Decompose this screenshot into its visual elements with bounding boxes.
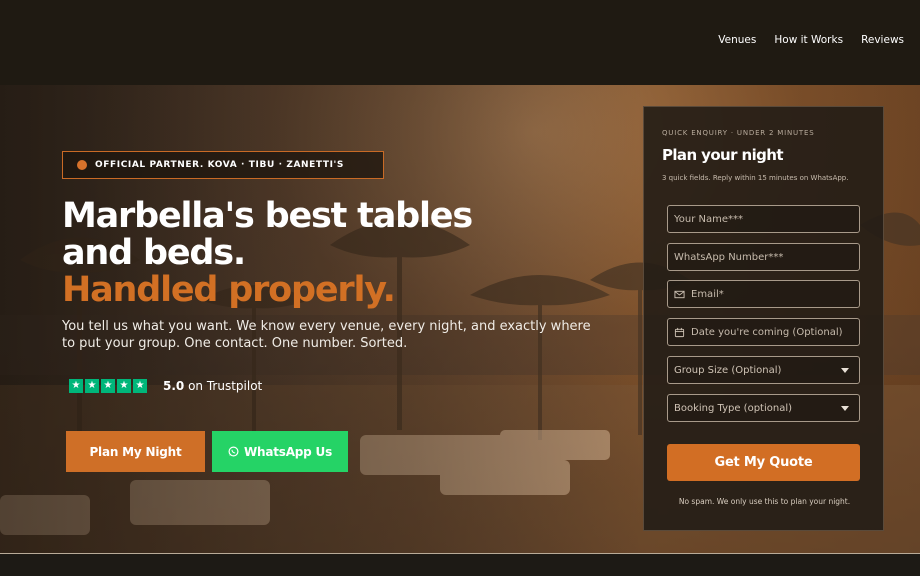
group-size-select[interactable]: Group Size (Optional) <box>667 356 860 384</box>
headline-line-2: and beds. <box>62 233 246 273</box>
mail-icon <box>674 290 685 298</box>
form-fine-print: No spam. We only use this to plan your n… <box>678 497 851 506</box>
star-icon: ★ <box>117 379 131 393</box>
partner-badge: OFFICIAL PARTNER. KOVA · TIBU · ZANETTI'… <box>62 151 384 179</box>
trustpilot-rating: ★ ★ ★ ★ ★ 5.0 on Trustpilot <box>69 379 262 393</box>
star-icon: ★ <box>85 379 99 393</box>
date-input[interactable] <box>691 326 859 338</box>
star-icon: ★ <box>69 379 83 393</box>
get-my-quote-button[interactable]: Get My Quote <box>667 444 860 481</box>
whatsapp-us-button[interactable]: WhatsApp Us <box>212 431 348 472</box>
plan-button-label: Plan My Night <box>89 444 182 459</box>
email-field[interactable] <box>667 280 860 308</box>
group-size-value: Group Size (Optional) <box>674 364 782 376</box>
chevron-down-icon <box>841 406 849 411</box>
whatsapp-number-input[interactable] <box>674 251 859 263</box>
booking-type-value: Booking Type (optional) <box>674 402 793 414</box>
star-icon: ★ <box>133 379 147 393</box>
whatsapp-field[interactable] <box>667 243 860 271</box>
plan-my-night-button[interactable]: Plan My Night <box>66 431 205 472</box>
headline-line-3: Handled properly. <box>62 270 396 310</box>
form-kicker: QUICK ENQUIRY · UNDER 2 MINUTES <box>662 129 815 137</box>
nav-venues[interactable]: Venues <box>718 34 756 46</box>
badge-dot-icon <box>77 160 87 170</box>
email-input[interactable] <box>691 288 859 300</box>
form-title: Plan your night <box>662 146 784 164</box>
top-navbar: Venues How it Works Reviews <box>0 0 920 85</box>
date-field[interactable] <box>667 318 860 346</box>
star-icon: ★ <box>101 379 115 393</box>
quick-enquiry-form: QUICK ENQUIRY · UNDER 2 MINUTES Plan you… <box>643 106 884 531</box>
rating-stars: ★ ★ ★ ★ ★ <box>69 379 147 393</box>
chevron-down-icon <box>841 368 849 373</box>
nav-reviews[interactable]: Reviews <box>861 34 904 46</box>
nav-how-it-works[interactable]: How it Works <box>774 34 843 46</box>
name-field[interactable] <box>667 205 860 233</box>
main-nav: Venues How it Works Reviews <box>718 34 904 46</box>
calendar-icon <box>674 327 685 337</box>
bottom-strip <box>0 553 920 576</box>
name-input[interactable] <box>674 213 859 225</box>
headline-line-1: Marbella's best tables <box>62 196 473 236</box>
booking-type-select[interactable]: Booking Type (optional) <box>667 394 860 422</box>
rating-source: on Trustpilot <box>188 379 263 393</box>
hero-subcopy: You tell us what you want. We know every… <box>62 319 591 351</box>
whatsapp-icon <box>228 446 239 457</box>
whatsapp-button-label: WhatsApp Us <box>243 444 333 459</box>
rating-value: 5.0 <box>163 379 185 393</box>
badge-text: OFFICIAL PARTNER. KOVA · TIBU · ZANETTI'… <box>95 160 344 170</box>
rating-text: 5.0 on Trustpilot <box>163 379 262 393</box>
hero-headline: Marbella's best tables and beds. Handled… <box>62 198 532 309</box>
form-subtitle: 3 quick fields. Reply within 15 minutes … <box>662 174 849 182</box>
